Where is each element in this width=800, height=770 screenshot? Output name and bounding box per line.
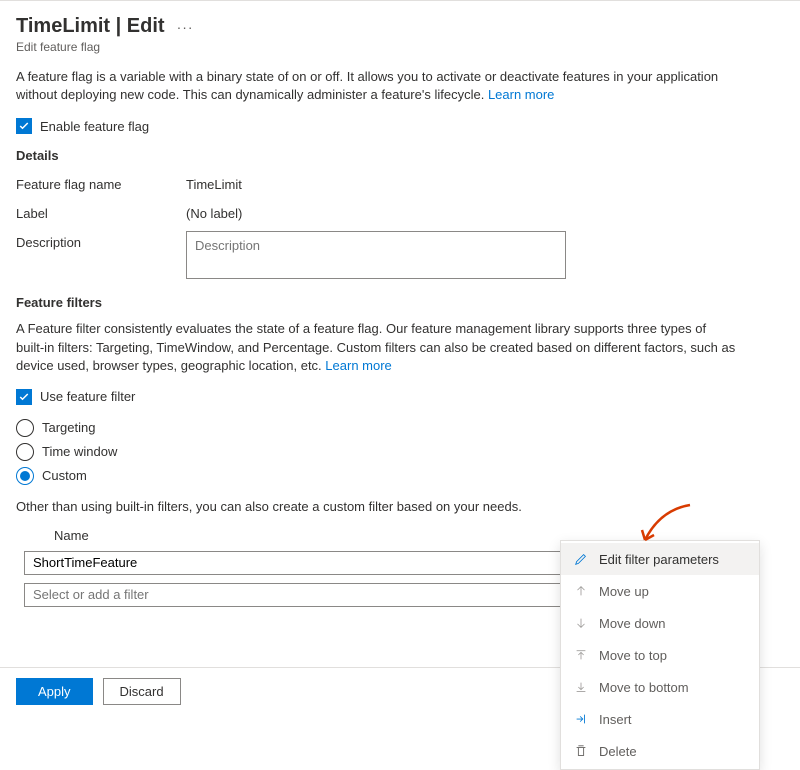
description-textarea[interactable] (186, 231, 566, 279)
intro-text: A feature flag is a variable with a bina… (16, 68, 736, 104)
menu-insert[interactable]: Insert (561, 703, 759, 735)
filter-context-menu: Edit filter parameters Move up Move down… (560, 540, 760, 770)
title-more-icon[interactable]: ··· (177, 19, 194, 35)
label-value: (No label) (186, 202, 242, 221)
arrow-bottom-icon (573, 679, 589, 695)
menu-move-to-bottom[interactable]: Move to bottom (561, 671, 759, 703)
menu-delete[interactable]: Delete (561, 735, 759, 767)
insert-icon (573, 711, 589, 727)
filter-name-input[interactable] (24, 551, 564, 575)
details-heading: Details (16, 148, 784, 163)
menu-move-up[interactable]: Move up (561, 575, 759, 607)
custom-filter-hint: Other than using built-in filters, you c… (16, 499, 784, 514)
enable-feature-flag-checkbox[interactable] (16, 118, 32, 134)
arrow-down-icon (573, 615, 589, 631)
radio-targeting-label: Targeting (42, 420, 95, 435)
arrow-top-icon (573, 647, 589, 663)
page-title: TimeLimit | Edit (16, 15, 165, 38)
add-filter-input[interactable] (24, 583, 564, 607)
page-subtitle: Edit feature flag (16, 40, 784, 54)
feature-filters-heading: Feature filters (16, 295, 784, 310)
menu-move-to-top[interactable]: Move to top (561, 639, 759, 671)
description-label: Description (16, 231, 186, 250)
feature-flag-name-value: TimeLimit (186, 173, 242, 192)
apply-button[interactable]: Apply (16, 678, 93, 705)
label-label: Label (16, 202, 186, 221)
arrow-up-icon (573, 583, 589, 599)
radio-targeting[interactable] (16, 419, 34, 437)
menu-move-down[interactable]: Move down (561, 607, 759, 639)
feature-filters-text: A Feature filter consistently evaluates … (16, 320, 736, 375)
radio-custom-label: Custom (42, 468, 87, 483)
pencil-icon (573, 551, 589, 567)
trash-icon (573, 743, 589, 759)
radio-custom[interactable] (16, 467, 34, 485)
menu-edit-filter-parameters[interactable]: Edit filter parameters (561, 543, 759, 575)
use-feature-filter-label: Use feature filter (40, 389, 135, 404)
feature-flag-name-label: Feature flag name (16, 173, 186, 192)
filters-learn-more-link[interactable]: Learn more (325, 358, 391, 373)
discard-button[interactable]: Discard (103, 678, 181, 705)
learn-more-link[interactable]: Learn more (488, 87, 554, 102)
radio-time-window[interactable] (16, 443, 34, 461)
radio-time-window-label: Time window (42, 444, 117, 459)
enable-feature-flag-label: Enable feature flag (40, 119, 149, 134)
use-feature-filter-checkbox[interactable] (16, 389, 32, 405)
